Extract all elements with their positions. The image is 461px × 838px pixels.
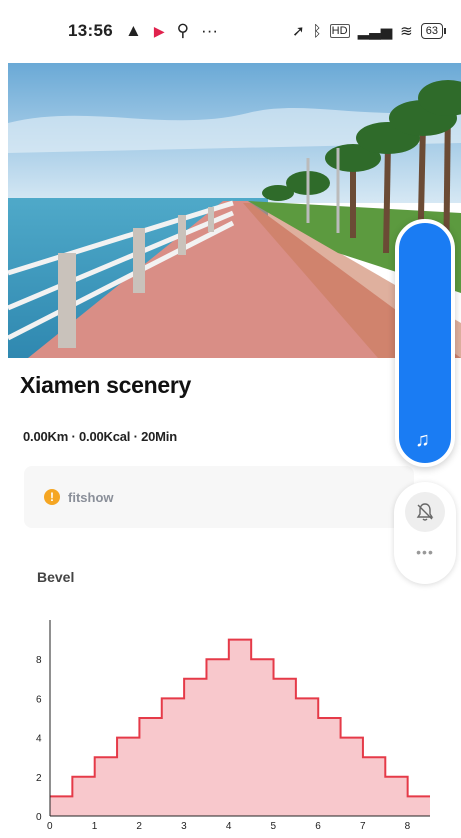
warning-triangle-icon: ▲ bbox=[124, 21, 142, 40]
x-tick-label: 5 bbox=[271, 821, 277, 832]
mute-notification-button[interactable] bbox=[405, 492, 445, 532]
route-hero-image bbox=[8, 63, 461, 358]
bluetooth-icon: ᛒ bbox=[312, 22, 322, 40]
more-options-button[interactable]: ••• bbox=[394, 544, 456, 560]
x-tick-label: 3 bbox=[181, 821, 187, 832]
chart-section-label: Bevel bbox=[37, 569, 75, 585]
chart-area bbox=[50, 639, 430, 816]
incline-chart: 0 2 4 6 8 0 1 2 3 4 5 6 7 8 bbox=[0, 606, 461, 833]
brand-card[interactable]: ! fitshow bbox=[24, 466, 414, 528]
floating-controls: ••• bbox=[394, 482, 456, 584]
x-tick-label: 4 bbox=[226, 821, 232, 832]
flag-icon: ▶ bbox=[153, 22, 165, 39]
route-title: Xiamen scenery bbox=[20, 372, 191, 398]
hd-signal-icon: HD bbox=[329, 24, 350, 38]
status-bar: 13:56 ▲ ▶ ⚲ ··· ➚ ᛒ HD ▂▃▅ ≋ 63 bbox=[0, 0, 461, 62]
route-stats: 0.00Km · 0.00Kcal · 20Min bbox=[23, 429, 177, 444]
bell-off-icon bbox=[416, 503, 434, 521]
music-button[interactable]: ♫ bbox=[395, 219, 455, 467]
y-tick-label: 0 bbox=[36, 812, 42, 823]
y-tick-label: 2 bbox=[36, 773, 42, 784]
signal-bars-icon: ▂▃▅ bbox=[357, 23, 393, 40]
x-tick-label: 2 bbox=[136, 821, 142, 832]
wifi-icon: ≋ bbox=[400, 23, 413, 40]
location-arrow-icon: ➚ bbox=[292, 23, 305, 40]
status-time: 13:56 bbox=[68, 21, 113, 40]
more-dots-icon: ··· bbox=[201, 21, 219, 40]
battery-icon: 63 bbox=[420, 23, 447, 39]
x-tick-label: 7 bbox=[360, 821, 366, 832]
x-tick-label: 1 bbox=[92, 821, 98, 832]
music-note-icon: ♫ bbox=[415, 429, 430, 451]
status-right: ➚ ᛒ HD ▂▃▅ ≋ 63 bbox=[292, 22, 447, 40]
scenery-illustration bbox=[8, 63, 461, 358]
brand-name: fitshow bbox=[68, 489, 114, 505]
y-tick-label: 8 bbox=[36, 655, 42, 666]
y-tick-label: 6 bbox=[36, 694, 42, 705]
y-tick-label: 4 bbox=[36, 734, 42, 745]
x-tick-label: 0 bbox=[47, 821, 53, 832]
warning-circle-icon: ! bbox=[44, 489, 60, 505]
x-tick-label: 8 bbox=[405, 821, 411, 832]
incline-chart-svg: 0 2 4 6 8 0 1 2 3 4 5 6 7 8 bbox=[36, 620, 430, 832]
pin-icon: ⚲ bbox=[176, 21, 190, 40]
status-left: 13:56 ▲ ▶ ⚲ ··· bbox=[68, 21, 218, 41]
x-tick-label: 6 bbox=[315, 821, 321, 832]
